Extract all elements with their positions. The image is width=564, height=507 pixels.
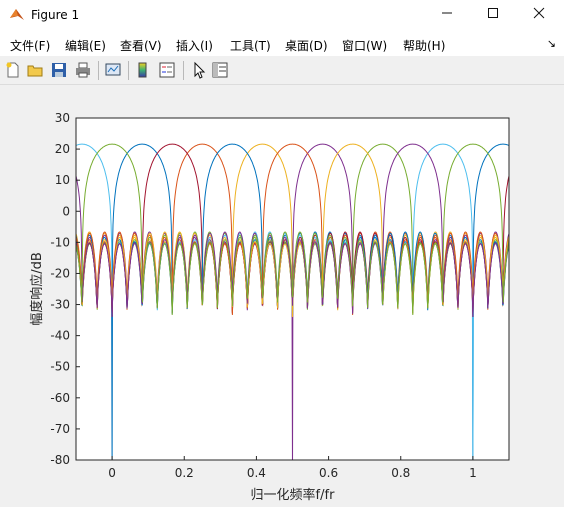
menu-desktop[interactable]: 桌面(D) [285,37,328,54]
new-file-icon[interactable] [4,61,22,79]
y-tick-label: -50 [50,360,70,374]
y-tick-label: 20 [55,142,70,156]
close-icon [533,7,545,19]
pointer-icon[interactable] [190,61,208,79]
x-tick-label: 1 [469,466,477,480]
toolbar-separator [183,61,184,80]
matlab-icon [10,9,24,20]
y-tick-label: -60 [50,391,70,405]
toolbar-separator [128,61,129,80]
print-icon[interactable] [74,61,92,79]
y-tick-label: 0 [62,204,70,218]
open-folder-icon[interactable] [26,61,44,79]
y-tick-label: -80 [50,453,70,467]
legend-icon[interactable] [158,61,176,79]
x-tick-label: 0.4 [247,466,266,480]
x-axis-label: 归一化频率f/fr [251,487,336,503]
menu-view[interactable]: 查看(V) [120,37,162,54]
minimize-icon [442,12,452,14]
y-tick-label: 30 [55,111,70,125]
minimize-button[interactable] [424,0,470,31]
x-tick-label: 0.6 [319,466,338,480]
x-tick-label: 0.8 [391,466,410,480]
colorbar-icon[interactable] [134,61,152,79]
maximize-button[interactable] [470,0,516,31]
window-title: Figure 1 [31,8,80,22]
menu-bar: 文件(F) 编辑(E) 查看(V) 插入(I) 工具(T) 桌面(D) 窗口(W… [0,31,564,56]
menu-edit[interactable]: 编辑(E) [65,37,106,54]
x-tick-label: 0.2 [175,466,194,480]
property-editor-icon[interactable] [211,61,229,79]
menu-file[interactable]: 文件(F) [10,37,50,54]
toolbar-separator [98,61,99,80]
save-icon[interactable] [50,61,68,79]
menu-insert[interactable]: 插入(I) [176,37,213,54]
menu-overflow-icon[interactable]: ↘ [547,37,556,50]
menu-window[interactable]: 窗口(W) [342,37,387,54]
y-tick-label: -40 [50,329,70,343]
y-tick-label: -70 [50,422,70,436]
y-tick-label: -30 [50,298,70,312]
toolbar [0,57,564,85]
y-axis-label: 幅度响应/dB [29,252,45,326]
plot-axes[interactable]: 0 0.2 0.4 0.6 0.8 1 30 20 10 0 -10 -20 -30 -40 -50 -60 -… [0,85,564,507]
title-bar: Figure 1 [0,0,564,31]
y-tick-label: -10 [50,235,70,249]
menu-help[interactable]: 帮助(H) [403,37,445,54]
maximize-icon [488,8,498,18]
close-button[interactable] [516,0,562,31]
menu-tools[interactable]: 工具(T) [230,37,271,54]
y-tick-label: -20 [50,266,70,280]
x-tick-label: 0 [108,466,116,480]
y-tick-label: 10 [55,173,70,187]
figure-area: 0 0.2 0.4 0.6 0.8 1 30 20 10 0 -10 -20 -30 -40 -50 -60 -… [0,85,564,507]
link-plot-icon[interactable] [104,61,122,79]
